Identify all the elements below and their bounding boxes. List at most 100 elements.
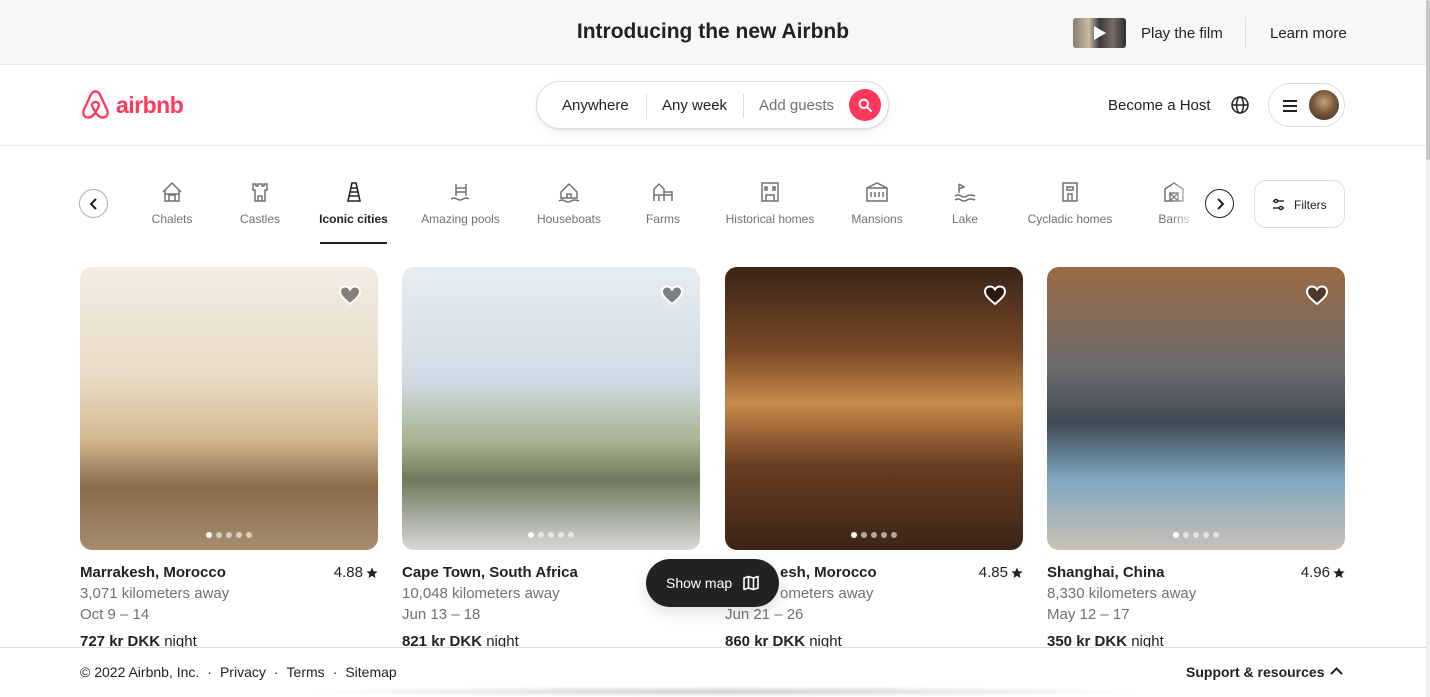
listing-distance: 3,071 kilometers away	[80, 585, 230, 602]
lake-icon	[954, 183, 976, 202]
category-iconic-cities[interactable]: Iconic cities	[318, 180, 389, 226]
listing-dates: Jun 13 – 18	[402, 606, 481, 623]
category-next-button[interactable]	[1205, 189, 1234, 218]
search-anywhere[interactable]: Anywhere	[562, 97, 629, 114]
active-category-underline	[320, 242, 387, 244]
listing-title: Shanghai, China	[1047, 564, 1165, 581]
listing-card[interactable]: Shanghai, China 4.96 8,330 kilometers aw…	[1047, 267, 1345, 650]
chevron-left-icon	[89, 198, 97, 210]
listing-card[interactable]: Marrakesh, Morocco 4.88 3,071 kilometers…	[80, 267, 378, 650]
search-add-guests[interactable]: Add guests	[759, 97, 834, 114]
user-menu-button[interactable]	[1268, 83, 1345, 127]
photo-pager	[1047, 532, 1345, 538]
film-thumbnail[interactable]	[1073, 18, 1126, 48]
search-button[interactable]	[849, 89, 881, 121]
farm-icon	[653, 182, 673, 201]
iconic-cities-icon	[346, 182, 361, 202]
hamburger-icon	[1283, 100, 1297, 112]
star-icon	[366, 567, 378, 578]
listing-rating: 4.88	[334, 564, 378, 581]
listing-photo[interactable]	[80, 267, 378, 550]
listing-photo[interactable]	[725, 267, 1023, 550]
footer-separator: ·	[273, 664, 279, 680]
listing-card[interactable]: Cape Town, South Africa 10,048 kilometer…	[402, 267, 700, 650]
rating-value: 4.96	[1300, 564, 1330, 581]
filters-button[interactable]: Filters	[1254, 180, 1345, 228]
photo-pager	[402, 532, 700, 538]
announcement-banner: Introducing the new Airbnb Play the film…	[0, 0, 1426, 65]
category-historical-homes[interactable]: Historical homes	[722, 180, 818, 226]
photo-pager	[80, 532, 378, 538]
terms-link[interactable]: Terms	[287, 664, 325, 680]
category-farms[interactable]: Farms	[643, 180, 683, 226]
footer-shadow	[300, 686, 1150, 697]
category-houseboats[interactable]: Houseboats	[533, 180, 605, 226]
avatar	[1309, 90, 1339, 120]
category-cycladic-homes[interactable]: Cycladic homes	[1024, 180, 1116, 226]
listing-photo[interactable]	[402, 267, 700, 550]
listing-distance: 8,330 kilometers away	[1047, 585, 1197, 602]
site-header: airbnb Anywhere Any week Add guests Beco…	[0, 65, 1426, 146]
search-any-week[interactable]: Any week	[662, 97, 727, 114]
heart-icon[interactable]	[660, 283, 684, 307]
globe-icon[interactable]	[1230, 95, 1250, 115]
star-icon	[1011, 567, 1023, 578]
category-amazing-pools[interactable]: Amazing pools	[418, 180, 503, 226]
play-icon	[1094, 26, 1106, 40]
listing-card[interactable]: esh, Morocco 4.85 ometers away Jun 21 – …	[725, 267, 1023, 650]
chalet-icon	[162, 181, 182, 202]
show-map-label: Show map	[666, 575, 733, 591]
mansion-icon	[866, 182, 888, 202]
rating-value: 4.85	[978, 564, 1008, 581]
category-lake[interactable]: Lake	[950, 180, 980, 226]
sitemap-link[interactable]: Sitemap	[345, 664, 396, 680]
scrollbar-thumb[interactable]	[1426, 0, 1430, 160]
listing-rating: 4.96	[1301, 564, 1345, 581]
listing-distance: ometers away	[780, 585, 874, 602]
chevron-up-icon[interactable]	[1330, 665, 1343, 678]
star-icon	[1333, 567, 1345, 578]
listing-rating: 4.85	[979, 564, 1023, 581]
map-icon	[743, 575, 759, 591]
play-film-link[interactable]: Play the film	[1141, 25, 1223, 42]
listing-distance: 10,048 kilometers away	[402, 585, 560, 602]
search-divider	[743, 94, 744, 118]
listing-title: Marrakesh, Morocco	[80, 564, 226, 581]
airbnb-logo[interactable]: airbnb	[80, 87, 184, 123]
cycladic-home-icon	[1062, 182, 1078, 202]
heart-icon[interactable]	[338, 283, 362, 307]
listing-dates: Jun 21 – 26	[725, 606, 804, 623]
photo-pager	[725, 532, 1023, 538]
logo-wordmark: airbnb	[116, 91, 184, 118]
category-mansions[interactable]: Mansions	[849, 180, 905, 226]
category-castles[interactable]: Castles	[236, 180, 284, 226]
heart-icon[interactable]	[983, 283, 1007, 307]
rating-value: 4.88	[333, 564, 363, 581]
category-bar: Chalets Castles Iconic cities Amazing po…	[0, 146, 1426, 246]
search-icon	[858, 98, 872, 112]
castle-icon	[252, 183, 268, 202]
historical-home-icon	[761, 182, 779, 202]
become-host-link[interactable]: Become a Host	[1108, 97, 1211, 114]
footer-separator: ·	[207, 664, 212, 680]
banner-divider	[1245, 17, 1246, 48]
show-map-button[interactable]: Show map	[646, 559, 779, 607]
listing-photo[interactable]	[1047, 267, 1345, 550]
chevron-right-icon	[1217, 198, 1225, 210]
category-chalets[interactable]: Chalets	[147, 180, 197, 226]
listing-dates: Oct 9 – 14	[80, 606, 150, 623]
footer-separator: ·	[332, 664, 338, 680]
airbnb-logo-icon	[82, 90, 109, 119]
privacy-link[interactable]: Privacy	[220, 664, 266, 680]
footer-links: © 2022 Airbnb, Inc. · Privacy · Terms · …	[80, 664, 397, 680]
copyright: © 2022 Airbnb, Inc.	[80, 664, 200, 680]
heart-icon[interactable]	[1305, 283, 1329, 307]
search-divider	[646, 94, 647, 118]
learn-more-link[interactable]: Learn more	[1270, 25, 1347, 42]
search-bar[interactable]: Anywhere Any week Add guests	[536, 81, 889, 129]
filters-label: Filters	[1294, 198, 1327, 212]
listing-dates: May 12 – 17	[1047, 606, 1130, 623]
category-fade	[1170, 176, 1200, 236]
support-resources-button[interactable]: Support & resources	[1186, 664, 1324, 680]
category-prev-button[interactable]	[79, 189, 108, 218]
